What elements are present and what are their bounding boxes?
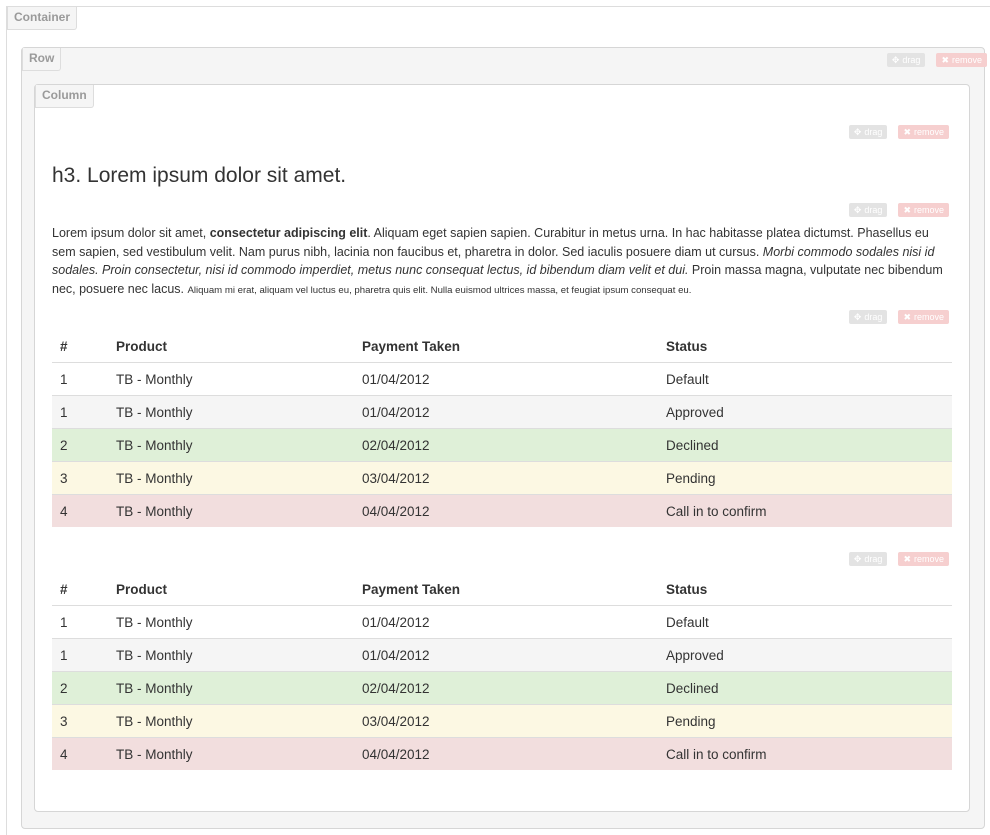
page-heading: h3. Lorem ipsum dolor sit amet. <box>52 164 347 187</box>
paragraph-drag-button[interactable]: ✥ drag <box>848 203 888 217</box>
paragraph-remove-button[interactable]: ✖ remove <box>898 203 949 217</box>
cell-num: 1 <box>52 395 116 429</box>
col-header-product: Product <box>116 331 354 363</box>
col-header-payment: Payment Taken <box>354 331 658 363</box>
x-icon: ✖ <box>903 312 911 322</box>
col-header-product: Product <box>116 574 354 606</box>
x-icon: ✖ <box>903 127 911 137</box>
table-row: 4 TB - Monthly 04/04/2012 Call in to confir… <box>52 494 952 527</box>
table-body: 1 TB - Monthly 01/04/2012 Default 1 TB - Mont… <box>52 362 952 527</box>
cell-status: Approved <box>658 395 952 429</box>
cell-product: TB - Monthly <box>116 461 354 495</box>
move-icon: ✥ <box>853 312 862 322</box>
payments-table-2: # Product Payment Taken Status 1 TB - Mon… <box>52 574 952 770</box>
cell-product: TB - Monthly <box>116 395 354 429</box>
cell-product: TB - Monthly <box>116 638 354 672</box>
x-icon: ✖ <box>903 205 911 215</box>
move-icon: ✥ <box>891 55 900 65</box>
column-remove-button[interactable]: ✖ remove <box>898 125 949 139</box>
move-icon: ✥ <box>853 554 862 564</box>
row: Row ✥ drag ✖ remove Column ✥ drag ✖ remove h… <box>21 47 987 829</box>
cell-num: 2 <box>52 671 116 705</box>
table-row: 4 TB - Monthly 04/04/2012 Call in to confir… <box>52 737 952 770</box>
cell-payment-taken: 01/04/2012 <box>354 395 658 429</box>
table-row: 1 TB - Monthly 01/04/2012 Approved <box>52 395 952 429</box>
cell-payment-taken: 01/04/2012 <box>354 638 658 672</box>
cell-payment-taken: 04/04/2012 <box>354 737 658 770</box>
cell-num: 3 <box>52 461 116 495</box>
cell-num: 2 <box>52 428 116 462</box>
table-row: 2 TB - Monthly 02/04/2012 Declined <box>52 671 952 705</box>
cell-product: TB - Monthly <box>116 494 354 527</box>
table-row: 1 TB - Monthly 01/04/2012 Approved <box>52 638 952 672</box>
cell-num: 4 <box>52 737 116 770</box>
cell-payment-taken: 04/04/2012 <box>354 494 658 527</box>
cell-product: TB - Monthly <box>116 362 354 396</box>
cell-num: 1 <box>52 362 116 396</box>
paragraph-controls: ✥ drag ✖ remove <box>848 203 949 217</box>
cell-product: TB - Monthly <box>116 704 354 738</box>
column: Column ✥ drag ✖ remove h3. Lorem ipsum dol… <box>34 84 970 812</box>
cell-product: TB - Monthly <box>116 428 354 462</box>
move-icon: ✥ <box>853 205 862 215</box>
col-header-num: # <box>52 574 116 606</box>
col-header-status: Status <box>658 331 952 363</box>
x-icon: ✖ <box>941 55 949 65</box>
col-header-payment: Payment Taken <box>354 574 658 606</box>
cell-payment-taken: 03/04/2012 <box>354 461 658 495</box>
cell-status: Declined <box>658 428 952 462</box>
cell-status: Call in to confirm <box>658 494 952 527</box>
cell-payment-taken: 01/04/2012 <box>354 362 658 396</box>
cell-num: 4 <box>52 494 116 527</box>
container: Container Row ✥ drag ✖ remove Column ✥ drag… <box>6 6 990 835</box>
column-drag-button[interactable]: ✥ drag <box>848 125 888 139</box>
cell-payment-taken: 03/04/2012 <box>354 704 658 738</box>
table-row: 2 TB - Monthly 02/04/2012 Declined <box>52 428 952 462</box>
table-2-controls: ✥ drag ✖ remove <box>848 552 949 566</box>
x-icon: ✖ <box>903 554 911 564</box>
container-label: Container <box>7 7 78 30</box>
move-icon: ✥ <box>853 127 862 137</box>
cell-product: TB - Monthly <box>116 737 354 770</box>
cell-status: Pending <box>658 704 952 738</box>
row-drag-button[interactable]: ✥ drag <box>886 53 926 67</box>
table-header-row: # Product Payment Taken Status <box>52 331 952 363</box>
table-row: 3 TB - Monthly 03/04/2012 Pending <box>52 704 952 738</box>
table-1-remove-button[interactable]: ✖ remove <box>898 310 949 324</box>
cell-payment-taken: 02/04/2012 <box>354 428 658 462</box>
table-row: 1 TB - Monthly 01/04/2012 Default <box>52 605 952 639</box>
column-controls: ✥ drag ✖ remove <box>848 125 949 139</box>
table-1-drag-button[interactable]: ✥ drag <box>848 310 888 324</box>
cell-status: Approved <box>658 638 952 672</box>
lorem-paragraph: Lorem ipsum dolor sit amet, consectetur … <box>52 226 943 296</box>
table-body: 1 TB - Monthly 01/04/2012 Default 1 TB - Mont… <box>52 605 952 770</box>
table-1-controls: ✥ drag ✖ remove <box>848 310 949 324</box>
table-row: 3 TB - Monthly 03/04/2012 Pending <box>52 461 952 495</box>
table-header-row: # Product Payment Taken Status <box>52 574 952 606</box>
cell-status: Pending <box>658 461 952 495</box>
cell-payment-taken: 01/04/2012 <box>354 605 658 639</box>
cell-num: 1 <box>52 638 116 672</box>
table-2-drag-button[interactable]: ✥ drag <box>848 552 888 566</box>
table-2-remove-button[interactable]: ✖ remove <box>898 552 949 566</box>
row-label: Row <box>22 48 62 71</box>
column-label: Column <box>35 85 94 108</box>
cell-status: Default <box>658 605 952 639</box>
row-controls: ✥ drag ✖ remove <box>886 53 987 67</box>
row-remove-button[interactable]: ✖ remove <box>936 53 987 67</box>
cell-status: Call in to confirm <box>658 737 952 770</box>
cell-num: 3 <box>52 704 116 738</box>
cell-product: TB - Monthly <box>116 671 354 705</box>
cell-status: Declined <box>658 671 952 705</box>
col-header-num: # <box>52 331 116 363</box>
cell-payment-taken: 02/04/2012 <box>354 671 658 705</box>
table-row: 1 TB - Monthly 01/04/2012 Default <box>52 362 952 396</box>
cell-status: Default <box>658 362 952 396</box>
payments-table-1: # Product Payment Taken Status 1 TB - Mon… <box>52 331 952 527</box>
cell-product: TB - Monthly <box>116 605 354 639</box>
col-header-status: Status <box>658 574 952 606</box>
cell-num: 1 <box>52 605 116 639</box>
